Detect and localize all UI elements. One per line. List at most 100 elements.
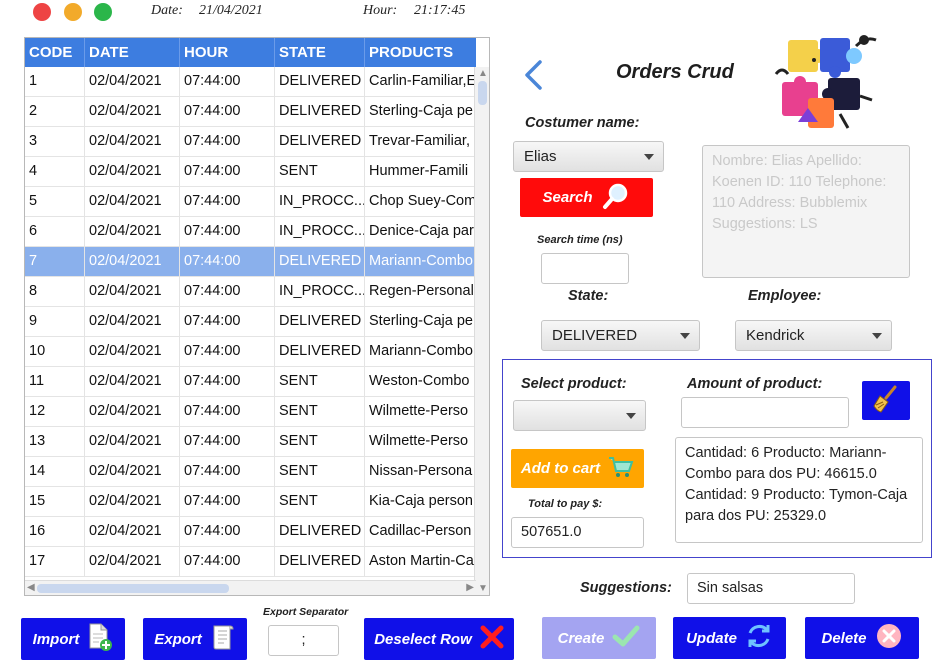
cell-code: 2: [25, 97, 85, 126]
cart-icon: [608, 455, 634, 483]
magnifier-icon: [601, 181, 631, 215]
table-header: CODE DATE HOUR STATE PRODUCTS: [25, 38, 476, 67]
import-button-label: Import: [32, 630, 80, 648]
table-row[interactable]: 12 02/04/2021 07:44:00 SENT Wilmette-Perso: [25, 397, 476, 427]
search-button[interactable]: Search: [520, 178, 653, 217]
cell-products: Chop Suey-Com: [369, 193, 476, 209]
table-row[interactable]: 2 02/04/2021 07:44:00 DELIVERED Sterling-Caj…: [25, 97, 476, 127]
horizontal-scroll-thumb[interactable]: [37, 584, 229, 593]
product-select[interactable]: [513, 400, 646, 431]
cell-date: 02/04/2021: [85, 427, 180, 456]
close-dot[interactable]: [33, 3, 51, 21]
cell-products: Trevar-Familiar,: [369, 133, 470, 149]
cell-state: IN_PROCC...: [275, 187, 365, 216]
cell-code: 1: [25, 67, 85, 96]
amount-field[interactable]: [681, 397, 849, 428]
cell-code: 11: [25, 367, 85, 396]
back-arrow-icon[interactable]: [521, 58, 547, 92]
cart-text: Cantidad: 6 Producto: Mariann-Combo para…: [685, 445, 908, 524]
cell-state: IN_PROCC...: [275, 217, 365, 246]
customer-name-label: Costumer name:: [525, 115, 640, 131]
cell-hour: 07:44:00: [180, 247, 275, 276]
scroll-down-arrow[interactable]: ▼: [478, 583, 488, 595]
column-header-state[interactable]: STATE: [275, 38, 365, 67]
hour-value: 21:17:45: [414, 3, 466, 18]
table-row[interactable]: 9 02/04/2021 07:44:00 DELIVERED Sterling-Caj…: [25, 307, 476, 337]
chevron-down-icon: [872, 333, 882, 339]
cell-code: 5: [25, 187, 85, 216]
cell-state: SENT: [275, 487, 365, 516]
create-button[interactable]: Create: [542, 617, 656, 659]
customer-select[interactable]: Elias: [513, 141, 664, 172]
add-to-cart-button[interactable]: Add to cart: [511, 449, 644, 488]
maximize-dot[interactable]: [94, 3, 112, 21]
table-row[interactable]: 4 02/04/2021 07:44:00 SENT Hummer-Famili: [25, 157, 476, 187]
table-row[interactable]: 16 02/04/2021 07:44:00 DELIVERED Cadillac-Pe…: [25, 517, 476, 547]
scroll-right-arrow[interactable]: ▶: [466, 582, 474, 594]
cell-date: 02/04/2021: [85, 157, 180, 186]
cell-products: Aston Martin-Ca: [369, 553, 474, 569]
search-time-field[interactable]: [541, 253, 629, 284]
hour-label: Hour:: [363, 3, 398, 18]
table-row[interactable]: 13 02/04/2021 07:44:00 SENT Wilmette-Perso: [25, 427, 476, 457]
export-button[interactable]: Export: [143, 618, 247, 660]
delete-button[interactable]: Delete: [805, 617, 919, 659]
table-row[interactable]: 15 02/04/2021 07:44:00 SENT Kia-Caja person: [25, 487, 476, 517]
cell-code: 17: [25, 547, 85, 576]
table-row[interactable]: 5 02/04/2021 07:44:00 IN_PROCC... Chop Suey-…: [25, 187, 476, 217]
cell-date: 02/04/2021: [85, 517, 180, 546]
suggestions-field[interactable]: Sin salsas: [687, 573, 855, 604]
cell-hour: 07:44:00: [180, 547, 275, 576]
cell-date: 02/04/2021: [85, 97, 180, 126]
table-row[interactable]: 17 02/04/2021 07:44:00 DELIVERED Aston Marti…: [25, 547, 476, 577]
suggestions-label: Suggestions:: [580, 580, 672, 596]
puzzle-illustration: [768, 26, 886, 138]
clear-product-button[interactable]: [862, 381, 910, 420]
column-header-code[interactable]: CODE: [25, 38, 85, 67]
employee-select[interactable]: Kendrick: [735, 320, 892, 351]
table-row[interactable]: 8 02/04/2021 07:44:00 IN_PROCC... Regen-Pers…: [25, 277, 476, 307]
cell-state: SENT: [275, 157, 365, 186]
vertical-scrollbar[interactable]: ▲ ▼: [474, 67, 489, 595]
total-label: Total to pay $:: [528, 498, 603, 510]
deselect-row-button[interactable]: Deselect Row: [364, 618, 514, 660]
cell-code: 4: [25, 157, 85, 186]
cell-state: SENT: [275, 367, 365, 396]
table-row[interactable]: 11 02/04/2021 07:44:00 SENT Weston-Combo: [25, 367, 476, 397]
scroll-left-arrow[interactable]: ◀: [27, 582, 35, 594]
column-header-products[interactable]: PRODUCTS: [365, 38, 476, 67]
total-field[interactable]: 507651.0: [511, 517, 644, 548]
cell-hour: 07:44:00: [180, 517, 275, 546]
cell-date: 02/04/2021: [85, 67, 180, 96]
table-row[interactable]: 1 02/04/2021 07:44:00 DELIVERED Carlin-Famil…: [25, 67, 476, 97]
table-row[interactable]: 3 02/04/2021 07:44:00 DELIVERED Trevar-Famil…: [25, 127, 476, 157]
delete-button-label: Delete: [821, 629, 867, 647]
x-mark-icon: [480, 625, 504, 653]
state-select[interactable]: DELIVERED: [541, 320, 700, 351]
orders-table[interactable]: CODE DATE HOUR STATE PRODUCTS 1 02/04/202…: [24, 37, 490, 596]
export-separator-field[interactable]: ;: [268, 625, 339, 656]
column-header-date[interactable]: DATE: [85, 38, 180, 67]
broom-icon: [871, 384, 901, 418]
table-row[interactable]: 10 02/04/2021 07:44:00 DELIVERED Mariann-Com…: [25, 337, 476, 367]
table-row[interactable]: 14 02/04/2021 07:44:00 SENT Nissan-Persona: [25, 457, 476, 487]
vertical-scroll-thumb[interactable]: [478, 81, 487, 105]
scroll-up-arrow[interactable]: ▲: [478, 68, 488, 80]
cell-products: Regen-Personal: [369, 283, 474, 299]
amount-label: Amount of product:: [687, 376, 823, 392]
table-row[interactable]: 7 02/04/2021 07:44:00 DELIVERED Mariann-Comb…: [25, 247, 476, 277]
horizontal-scrollbar[interactable]: ◀ ▶: [25, 580, 476, 595]
customer-info-box[interactable]: Nombre: Elias Apellido: Koenen ID: 110 T…: [702, 145, 910, 278]
cart-box[interactable]: Cantidad: 6 Producto: Mariann-Combo para…: [675, 437, 923, 543]
cell-hour: 07:44:00: [180, 457, 275, 486]
search-button-label: Search: [542, 189, 593, 206]
update-button[interactable]: Update: [673, 617, 786, 659]
minimize-dot[interactable]: [64, 3, 82, 21]
cell-state: SENT: [275, 427, 365, 456]
cell-state: DELIVERED: [275, 517, 365, 546]
cell-hour: 07:44:00: [180, 427, 275, 456]
table-row[interactable]: 6 02/04/2021 07:44:00 IN_PROCC... Denice-Caj…: [25, 217, 476, 247]
column-header-hour[interactable]: HOUR: [180, 38, 275, 67]
select-product-label: Select product:: [521, 376, 627, 392]
import-button[interactable]: Import: [21, 618, 125, 660]
